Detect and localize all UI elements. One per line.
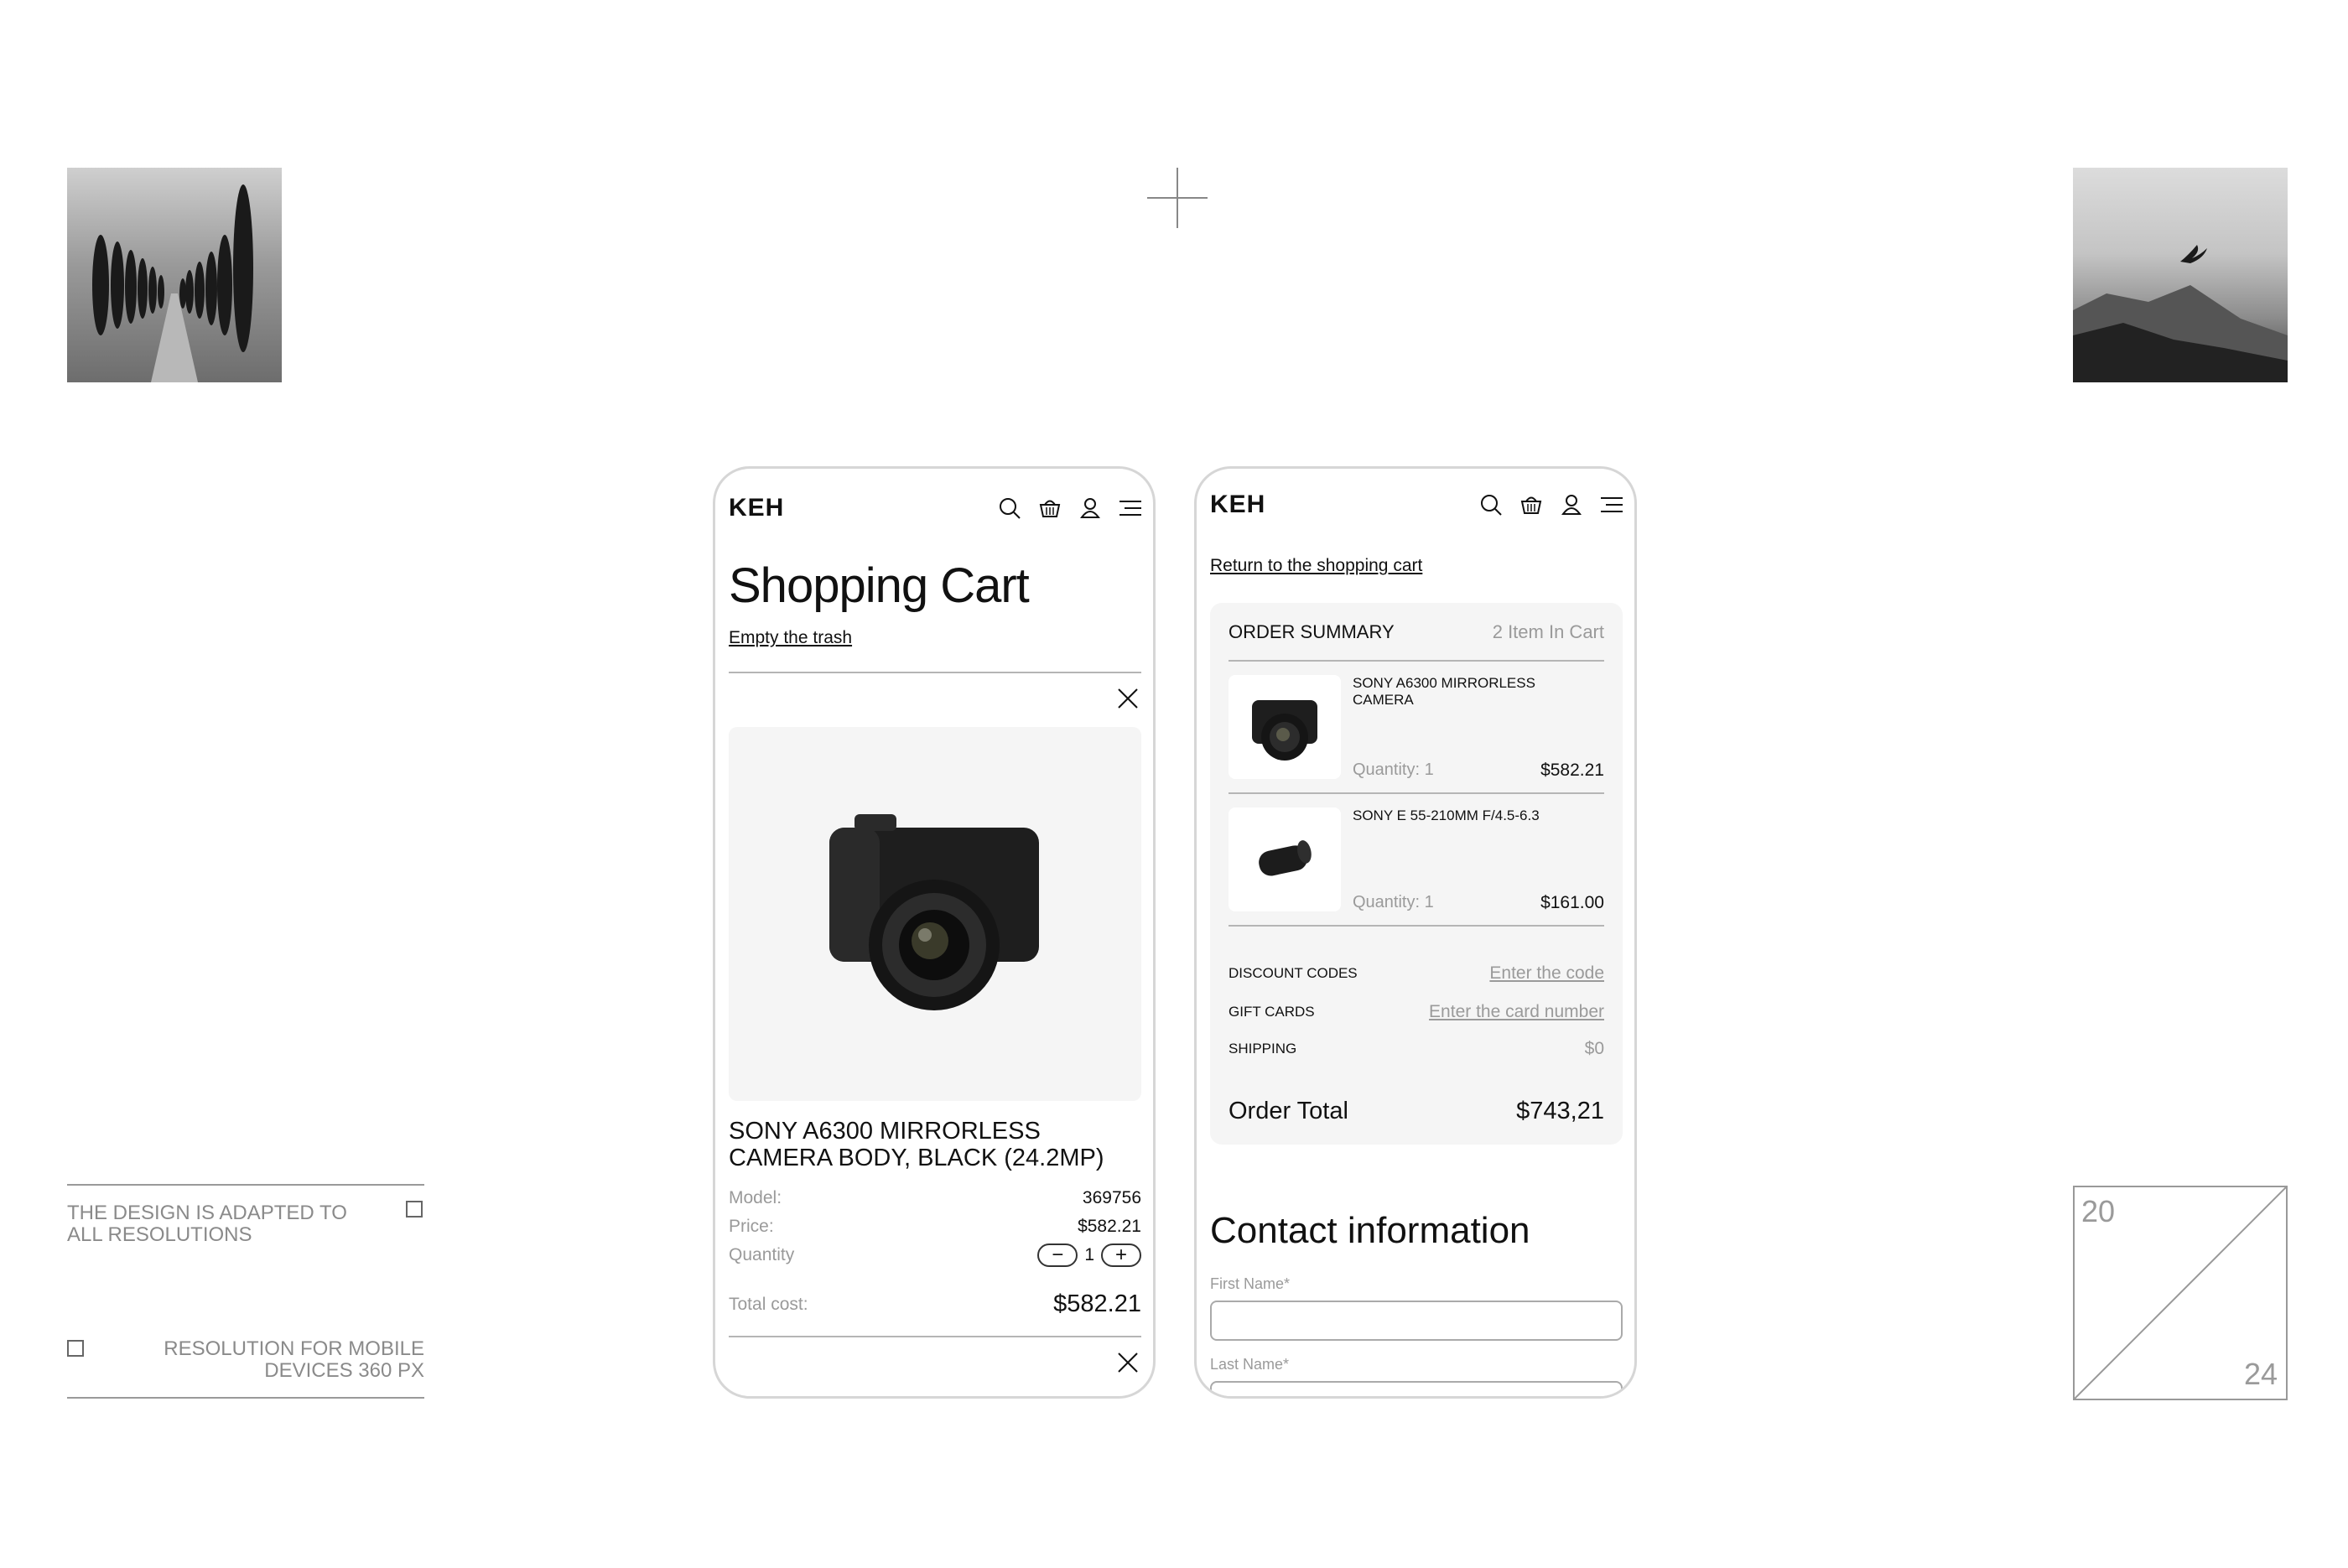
item-thumbnail[interactable] xyxy=(1229,675,1341,779)
total-cost-row: Total cost: $582.21 xyxy=(729,1290,1141,1317)
order-summary-card: ORDER SUMMARY 2 Item In Cart SONY A6300 … xyxy=(1210,603,1623,1145)
divider xyxy=(1229,660,1604,662)
item-price: $582.21 xyxy=(1540,761,1604,780)
checkbox-icon[interactable] xyxy=(67,1340,84,1357)
order-summary-title: ORDER SUMMARY xyxy=(1229,621,1395,642)
decrease-quantity-button[interactable]: − xyxy=(1037,1243,1078,1267)
basket-icon[interactable] xyxy=(1519,492,1544,517)
checkout-screen: KEH Return to the shopping cart ORDER SU… xyxy=(1194,466,1637,1399)
discount-codes-label: DISCOUNT CODES xyxy=(1229,965,1358,981)
divider xyxy=(729,672,1141,673)
page-title: Shopping Cart xyxy=(729,558,1030,613)
return-to-cart-link[interactable]: Return to the shopping cart xyxy=(1210,556,1422,576)
quantity-value[interactable]: 1 xyxy=(1084,1245,1094,1265)
mobile-resolution-note: RESOLUTION FOR MOBILE DEVICES 360 PX xyxy=(164,1337,424,1382)
basket-icon[interactable] xyxy=(1037,496,1062,521)
user-icon[interactable] xyxy=(1559,492,1584,517)
empty-trash-link[interactable]: Empty the trash xyxy=(729,628,852,648)
logo[interactable]: KEH xyxy=(729,494,784,522)
item-name: SONY A6300 MIRRORLESS CAMERA xyxy=(1353,675,1535,708)
price-row: Price: $582.21 xyxy=(729,1217,1141,1236)
note-divider-top xyxy=(67,1184,424,1186)
contact-information-title: Contact information xyxy=(1210,1210,1530,1251)
item-price: $161.00 xyxy=(1540,893,1604,912)
first-name-label: First Name* xyxy=(1210,1275,1291,1292)
order-total-value: $743,21 xyxy=(1516,1098,1604,1124)
cypress-road-photo xyxy=(67,168,282,382)
quantity-row: Quantity − 1 + xyxy=(729,1243,1141,1267)
search-icon[interactable] xyxy=(997,496,1022,521)
first-name-field[interactable] xyxy=(1210,1301,1623,1341)
divider xyxy=(1229,792,1604,794)
gift-card-input[interactable]: Enter the card number xyxy=(1429,1002,1604,1022)
close-icon[interactable] xyxy=(1116,687,1140,710)
item-quantity: Quantity: 1 xyxy=(1353,761,1434,779)
cart-count: 2 Item In Cart xyxy=(1492,621,1604,642)
menu-icon[interactable] xyxy=(1599,492,1624,517)
search-icon[interactable] xyxy=(1478,492,1504,517)
note-divider-bottom xyxy=(67,1397,424,1399)
foggy-forest-photo xyxy=(2073,168,2288,382)
item-thumbnail[interactable] xyxy=(1229,807,1341,911)
model-row: Model: 369756 xyxy=(729,1188,1141,1207)
discount-code-input[interactable]: Enter the code xyxy=(1489,963,1604,984)
item-quantity: Quantity: 1 xyxy=(1353,893,1434,911)
page-counter: 20 24 xyxy=(2073,1186,2288,1400)
close-icon[interactable] xyxy=(1116,1351,1140,1374)
shipping-value: $0 xyxy=(1584,1039,1604,1058)
shipping-label: SHIPPING xyxy=(1229,1041,1297,1057)
last-name-label: Last Name* xyxy=(1210,1356,1290,1373)
checkbox-icon[interactable] xyxy=(406,1201,423,1218)
gift-cards-label: GIFT CARDS xyxy=(1229,1004,1315,1020)
divider xyxy=(1229,925,1604,927)
item-name: SONY E 55-210MM F/4.5-6.3 xyxy=(1353,807,1540,823)
product-image[interactable] xyxy=(729,727,1141,1101)
increase-quantity-button[interactable]: + xyxy=(1101,1243,1141,1267)
logo[interactable]: KEH xyxy=(1210,491,1265,519)
design-adapted-note: THE DESIGN IS ADAPTED TO ALL RESOLUTIONS xyxy=(67,1202,347,1246)
divider xyxy=(729,1336,1141,1337)
shopping-cart-screen: KEH Shopping Cart Empty the trash SONY A… xyxy=(713,466,1156,1399)
counter-start: 20 xyxy=(2081,1194,2116,1228)
crosshair-decoration xyxy=(1147,168,1208,228)
last-name-field[interactable] xyxy=(1210,1381,1623,1396)
user-icon[interactable] xyxy=(1078,496,1103,521)
product-name[interactable]: SONY A6300 MIRRORLESS CAMERA BODY, BLACK… xyxy=(729,1118,1131,1171)
order-total-label: Order Total xyxy=(1229,1098,1348,1124)
counter-end: 24 xyxy=(2243,1357,2278,1391)
menu-icon[interactable] xyxy=(1118,496,1143,521)
